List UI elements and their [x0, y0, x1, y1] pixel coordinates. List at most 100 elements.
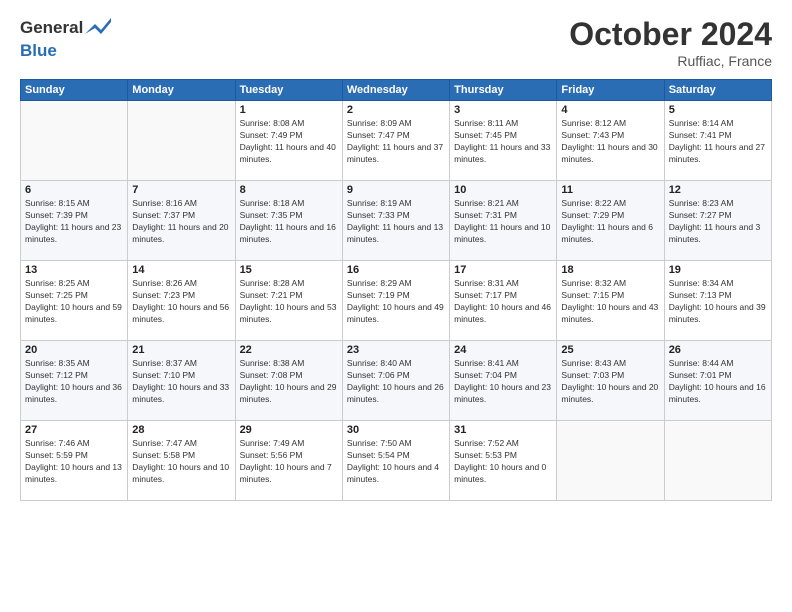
calendar-cell: 11 Sunrise: 8:22 AM Sunset: 7:29 PM Dayli… [557, 181, 664, 261]
col-tuesday: Tuesday [235, 80, 342, 101]
day-detail: Sunrise: 8:23 AM Sunset: 7:27 PM Dayligh… [669, 198, 767, 246]
day-number: 28 [132, 424, 230, 436]
calendar-week-4: 20 Sunrise: 8:35 AM Sunset: 7:12 PM Dayli… [21, 341, 772, 421]
day-detail: Sunrise: 8:22 AM Sunset: 7:29 PM Dayligh… [561, 198, 659, 246]
calendar-cell: 12Sunrise: 8:23 AM Sunset: 7:27 PM Dayli… [664, 181, 771, 261]
day-detail: Sunrise: 7:46 AM Sunset: 5:59 PM Dayligh… [25, 438, 123, 486]
calendar-cell: 7 Sunrise: 8:16 AM Sunset: 7:37 PM Daylig… [128, 181, 235, 261]
logo-blue: Blue [20, 41, 111, 61]
col-wednesday: Wednesday [342, 80, 449, 101]
day-number: 11 [561, 184, 659, 196]
day-number: 6 [25, 184, 123, 196]
day-detail: Sunrise: 8:18 AM Sunset: 7:35 PM Dayligh… [240, 198, 338, 246]
day-detail: Sunrise: 8:16 AM Sunset: 7:37 PM Dayligh… [132, 198, 230, 246]
calendar-cell [557, 421, 664, 501]
calendar-cell: 3 Sunrise: 8:11 AM Sunset: 7:45 PM Daylig… [450, 101, 557, 181]
month-title: October 2024 [569, 16, 772, 53]
col-sunday: Sunday [21, 80, 128, 101]
day-detail: Sunrise: 8:11 AM Sunset: 7:45 PM Dayligh… [454, 118, 552, 166]
day-number: 23 [347, 344, 445, 356]
day-detail: Sunrise: 8:19 AM Sunset: 7:33 PM Dayligh… [347, 198, 445, 246]
day-detail: Sunrise: 8:29 AM Sunset: 7:19 PM Dayligh… [347, 278, 445, 326]
page: General Blue October 2024 Ruffiac, Franc… [0, 0, 792, 612]
day-number: 25 [561, 344, 659, 356]
calendar-cell: 28 Sunrise: 7:47 AM Sunset: 5:58 PM Dayli… [128, 421, 235, 501]
col-monday: Monday [128, 80, 235, 101]
calendar-cell: 26Sunrise: 8:44 AM Sunset: 7:01 PM Dayli… [664, 341, 771, 421]
calendar-cell: 22 Sunrise: 8:38 AM Sunset: 7:08 PM Dayli… [235, 341, 342, 421]
day-number: 31 [454, 424, 552, 436]
day-number: 20 [25, 344, 123, 356]
day-number: 13 [25, 264, 123, 276]
day-number: 4 [561, 104, 659, 116]
day-number: 2 [347, 104, 445, 116]
calendar-cell: 16 Sunrise: 8:29 AM Sunset: 7:19 PM Dayli… [342, 261, 449, 341]
day-number: 14 [132, 264, 230, 276]
day-detail: Sunrise: 8:41 AM Sunset: 7:04 PM Dayligh… [454, 358, 552, 406]
calendar-cell: 25 Sunrise: 8:43 AM Sunset: 7:03 PM Dayli… [557, 341, 664, 421]
calendar-cell: 17 Sunrise: 8:31 AM Sunset: 7:17 PM Dayli… [450, 261, 557, 341]
col-saturday: Saturday [664, 80, 771, 101]
day-number: 9 [347, 184, 445, 196]
calendar-cell: 18 Sunrise: 8:32 AM Sunset: 7:15 PM Dayli… [557, 261, 664, 341]
day-number: 24 [454, 344, 552, 356]
day-detail: Sunrise: 8:35 AM Sunset: 7:12 PM Dayligh… [25, 358, 123, 406]
day-detail: Sunrise: 8:14 AM Sunset: 7:41 PM Dayligh… [669, 118, 767, 166]
calendar-week-3: 13 Sunrise: 8:25 AM Sunset: 7:25 PM Dayli… [21, 261, 772, 341]
calendar-week-5: 27 Sunrise: 7:46 AM Sunset: 5:59 PM Dayli… [21, 421, 772, 501]
day-detail: Sunrise: 8:31 AM Sunset: 7:17 PM Dayligh… [454, 278, 552, 326]
day-detail: Sunrise: 8:15 AM Sunset: 7:39 PM Dayligh… [25, 198, 123, 246]
day-number: 19 [669, 264, 767, 276]
day-detail: Sunrise: 8:25 AM Sunset: 7:25 PM Dayligh… [25, 278, 123, 326]
calendar-cell: 31 Sunrise: 7:52 AM Sunset: 5:53 PM Dayli… [450, 421, 557, 501]
calendar-cell: 5 Sunrise: 8:14 AM Sunset: 7:41 PM Daylig… [664, 101, 771, 181]
day-number: 5 [669, 104, 767, 116]
calendar-week-1: 1Sunrise: 8:08 AM Sunset: 7:49 PM Daylig… [21, 101, 772, 181]
calendar-cell: 23 Sunrise: 8:40 AM Sunset: 7:06 PM Dayli… [342, 341, 449, 421]
calendar-cell: 4 Sunrise: 8:12 AM Sunset: 7:43 PM Daylig… [557, 101, 664, 181]
day-number: 17 [454, 264, 552, 276]
col-friday: Friday [557, 80, 664, 101]
day-number: 29 [240, 424, 338, 436]
calendar-cell: 19 Sunrise: 8:34 AM Sunset: 7:13 PM Dayli… [664, 261, 771, 341]
day-detail: Sunrise: 7:50 AM Sunset: 5:54 PM Dayligh… [347, 438, 445, 486]
day-detail: Sunrise: 8:37 AM Sunset: 7:10 PM Dayligh… [132, 358, 230, 406]
calendar-cell [128, 101, 235, 181]
day-detail: Sunrise: 8:32 AM Sunset: 7:15 PM Dayligh… [561, 278, 659, 326]
calendar-cell [664, 421, 771, 501]
day-detail: Sunrise: 8:43 AM Sunset: 7:03 PM Dayligh… [561, 358, 659, 406]
calendar-cell: 9 Sunrise: 8:19 AM Sunset: 7:33 PM Daylig… [342, 181, 449, 261]
day-detail: Sunrise: 8:34 AM Sunset: 7:13 PM Dayligh… [669, 278, 767, 326]
day-detail: Sunrise: 8:09 AM Sunset: 7:47 PM Dayligh… [347, 118, 445, 166]
day-detail: Sunrise: 7:52 AM Sunset: 5:53 PM Dayligh… [454, 438, 552, 486]
day-detail: Sunrise: 7:49 AM Sunset: 5:56 PM Dayligh… [240, 438, 338, 486]
day-detail: Sunrise: 7:47 AM Sunset: 5:58 PM Dayligh… [132, 438, 230, 486]
day-number: 3 [454, 104, 552, 116]
calendar-cell: 2 Sunrise: 8:09 AM Sunset: 7:47 PM Daylig… [342, 101, 449, 181]
calendar-cell: 21Sunrise: 8:37 AM Sunset: 7:10 PM Dayli… [128, 341, 235, 421]
calendar-week-2: 6 Sunrise: 8:15 AM Sunset: 7:39 PM Daylig… [21, 181, 772, 261]
header-row: Sunday Monday Tuesday Wednesday Thursday… [21, 80, 772, 101]
calendar-cell: 14 Sunrise: 8:26 AM Sunset: 7:23 PM Dayli… [128, 261, 235, 341]
day-detail: Sunrise: 8:26 AM Sunset: 7:23 PM Dayligh… [132, 278, 230, 326]
title-block: October 2024 Ruffiac, France [569, 16, 772, 69]
calendar-cell: 10Sunrise: 8:21 AM Sunset: 7:31 PM Dayli… [450, 181, 557, 261]
calendar-cell: 1Sunrise: 8:08 AM Sunset: 7:49 PM Daylig… [235, 101, 342, 181]
day-number: 27 [25, 424, 123, 436]
day-number: 18 [561, 264, 659, 276]
day-detail: Sunrise: 8:21 AM Sunset: 7:31 PM Dayligh… [454, 198, 552, 246]
day-number: 7 [132, 184, 230, 196]
day-number: 8 [240, 184, 338, 196]
day-number: 16 [347, 264, 445, 276]
calendar-cell: 30Sunrise: 7:50 AM Sunset: 5:54 PM Dayli… [342, 421, 449, 501]
calendar-cell: 24 Sunrise: 8:41 AM Sunset: 7:04 PM Dayli… [450, 341, 557, 421]
day-detail: Sunrise: 8:38 AM Sunset: 7:08 PM Dayligh… [240, 358, 338, 406]
logo: General Blue [20, 16, 111, 60]
day-detail: Sunrise: 8:28 AM Sunset: 7:21 PM Dayligh… [240, 278, 338, 326]
day-detail: Sunrise: 8:40 AM Sunset: 7:06 PM Dayligh… [347, 358, 445, 406]
day-detail: Sunrise: 8:12 AM Sunset: 7:43 PM Dayligh… [561, 118, 659, 166]
location: Ruffiac, France [569, 53, 772, 69]
calendar-cell [21, 101, 128, 181]
day-detail: Sunrise: 8:08 AM Sunset: 7:49 PM Dayligh… [240, 118, 338, 166]
day-number: 22 [240, 344, 338, 356]
